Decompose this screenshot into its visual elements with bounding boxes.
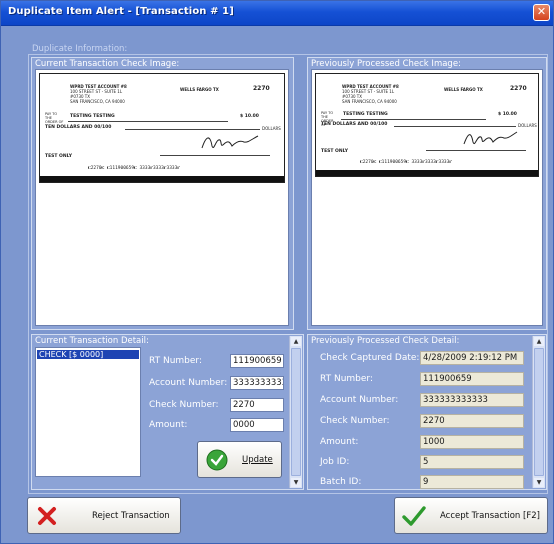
- job-id-value: 5: [420, 455, 524, 469]
- check-payee: TESTING TESTING: [343, 112, 388, 117]
- check-number-value: 2270: [420, 414, 524, 428]
- green-check-icon: [206, 449, 228, 471]
- current-transaction-detail-panel: Current Transaction Detail: CHECK [$ 000…: [31, 334, 304, 490]
- check-scan-band: [40, 176, 284, 182]
- panel-title: Previously Processed Check Detail:: [311, 336, 460, 346]
- amount-label: Amount:: [149, 420, 188, 430]
- check-payer-line: SAN FRANCISCO, CA 94000: [70, 99, 125, 104]
- check-bank: WELLS FARGO TX: [444, 87, 483, 92]
- accept-button-label: Accept Transaction [F2]: [440, 511, 540, 521]
- current-check-image-area: WPRD TEST ACCOUNT #8 100 STREET ST - SUI…: [35, 69, 289, 326]
- job-id-label: Job ID:: [320, 457, 350, 467]
- green-checkmark-icon: [402, 506, 426, 526]
- account-number-input[interactable]: 333333333333: [230, 376, 284, 390]
- amount-label: Amount:: [320, 437, 359, 447]
- check-dollars-label: DOLLARS: [518, 123, 537, 128]
- current-check-image-panel: Current Transaction Check Image: WPRD TE…: [31, 57, 294, 330]
- signature-icon: [201, 135, 259, 149]
- scroll-thumb[interactable]: [291, 348, 301, 476]
- check-dollars-label: DOLLARS: [262, 126, 281, 131]
- close-button[interactable]: ✕: [533, 4, 550, 21]
- panel-title: Current Transaction Check Image:: [35, 59, 180, 69]
- current-check-image: WPRD TEST ACCOUNT #8 100 STREET ST - SUI…: [39, 73, 285, 183]
- check-number-label: Check Number:: [320, 416, 390, 426]
- scroll-up-icon[interactable]: ▲: [291, 337, 301, 346]
- transaction-listbox[interactable]: CHECK [$ 0000]: [35, 347, 141, 477]
- reject-transaction-button[interactable]: Reject Transaction: [27, 497, 181, 534]
- check-pay-to-label: PAY TO THE ORDER OF: [45, 112, 64, 124]
- check-number-input[interactable]: 2270: [230, 398, 284, 412]
- detail-scrollbar[interactable]: ▲ ▼: [289, 336, 302, 488]
- close-icon: ✕: [536, 5, 547, 18]
- title-bar[interactable]: Duplicate Item Alert - [Transaction # 1]…: [1, 1, 553, 26]
- captured-date-value: 4/28/2009 2:19:12 PM: [420, 351, 524, 365]
- scroll-down-icon[interactable]: ▼: [534, 478, 544, 487]
- check-number: 2270: [253, 85, 270, 92]
- check-written-amount: TEN DOLLARS AND 00/100: [45, 125, 112, 130]
- check-memo: TEST ONLY: [45, 154, 73, 159]
- red-x-icon: [38, 507, 56, 525]
- rt-number-input[interactable]: 111900659: [230, 354, 284, 368]
- check-number: 2270: [510, 85, 527, 92]
- panel-title: Previously Processed Check Image:: [311, 59, 461, 69]
- check-payer-line: SAN FRANCISCO, CA 94000: [342, 99, 397, 104]
- panel-title: Current Transaction Detail:: [35, 336, 149, 346]
- previous-check-image-panel: Previously Processed Check Image: WPRD T…: [307, 57, 547, 330]
- update-button-label: Update: [242, 455, 273, 465]
- rt-number-label: RT Number:: [149, 356, 202, 366]
- reject-button-label: Reject Transaction: [92, 511, 170, 521]
- rt-number-value: 111900659: [420, 372, 524, 386]
- detail-scrollbar[interactable]: ▲ ▼: [532, 336, 545, 488]
- check-payee: TESTING TESTING: [70, 114, 115, 119]
- account-number-label: Account Number:: [320, 395, 399, 405]
- check-amount: $ 10.00: [498, 112, 517, 117]
- account-number-label: Account Number:: [149, 378, 228, 388]
- window-title: Duplicate Item Alert - [Transaction # 1]: [8, 6, 234, 17]
- accept-transaction-button[interactable]: Accept Transaction [F2]: [394, 497, 548, 534]
- signature-icon: [463, 131, 518, 145]
- amount-input[interactable]: 0000: [230, 418, 284, 432]
- list-item-selected[interactable]: CHECK [$ 0000]: [37, 350, 139, 359]
- update-button[interactable]: Update: [197, 441, 282, 478]
- check-number-label: Check Number:: [149, 400, 219, 410]
- previous-check-detail-panel: Previously Processed Check Detail: Check…: [307, 334, 547, 490]
- amount-value: 1000: [420, 435, 524, 449]
- check-micr-line: ⑆2270⑆ ⑆111900659⑆ 3333⑈3333⑈3333⑈: [88, 166, 181, 171]
- check-micr-line: ⑆2270⑆ ⑆111900659⑆ 3333⑈3333⑈3333⑈: [360, 160, 453, 165]
- check-bank: WELLS FARGO TX: [180, 87, 219, 92]
- scroll-thumb[interactable]: [534, 348, 544, 476]
- scroll-down-icon[interactable]: ▼: [291, 478, 301, 487]
- previous-check-image: WPRD TEST ACCOUNT #8 100 STREET ST - SUI…: [315, 73, 539, 177]
- scroll-up-icon[interactable]: ▲: [534, 337, 544, 346]
- rt-number-label: RT Number:: [320, 374, 373, 384]
- check-amount: $ 10.00: [240, 114, 259, 119]
- batch-id-value: 9: [420, 475, 524, 489]
- previous-check-image-area: WPRD TEST ACCOUNT #8 100 STREET ST - SUI…: [311, 69, 543, 326]
- batch-id-label: Batch ID:: [320, 477, 362, 487]
- account-number-value: 333333333333: [420, 393, 524, 407]
- captured-date-label: Check Captured Date:: [320, 353, 420, 363]
- section-label: Duplicate Information:: [32, 44, 128, 54]
- check-written-amount: TEN DOLLARS AND 00/100: [321, 122, 388, 127]
- check-scan-band: [316, 170, 538, 176]
- check-memo: TEST ONLY: [321, 149, 349, 154]
- duplicate-alert-window: Duplicate Item Alert - [Transaction # 1]…: [0, 0, 554, 544]
